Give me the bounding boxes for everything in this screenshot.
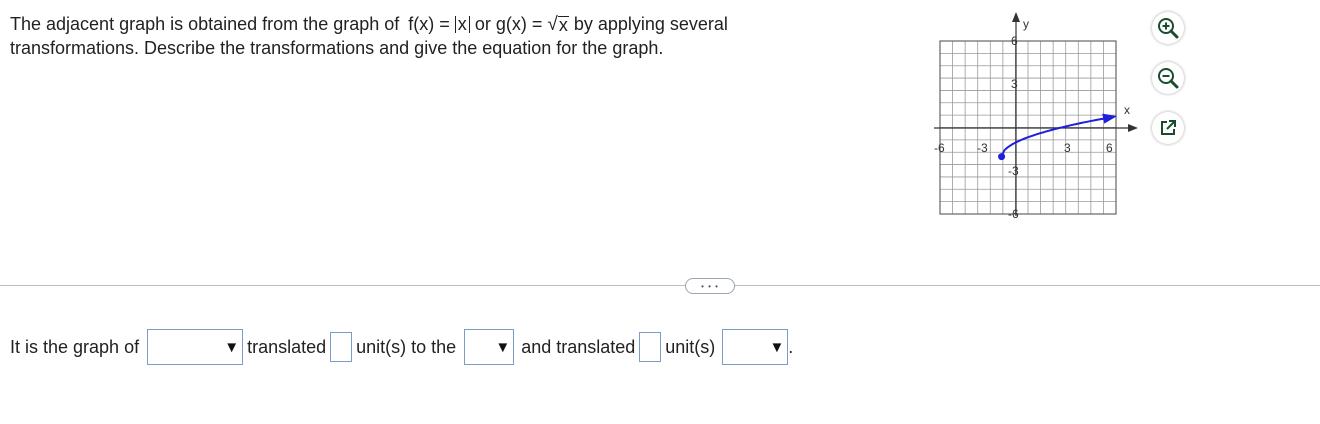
g-equation-sqrt: √ x [547, 14, 569, 35]
section-divider [0, 285, 1320, 286]
units-label: unit(s) [665, 336, 716, 357]
answer-row: It is the graph of ▼ translated unit(s) … [10, 328, 793, 366]
dropdown-arrow-icon: ▼ [769, 338, 785, 356]
x-tick-label: 6 [1106, 141, 1113, 155]
coordinate-graph: x y -6 -3 3 6 6 3 -3 -6 [934, 12, 1138, 221]
question-line-2: transformations. Describe the transforma… [10, 38, 664, 58]
zoom-in-icon [1158, 18, 1179, 39]
zoom-out-button[interactable] [1152, 62, 1184, 94]
y-axis-arrow-icon [1012, 12, 1020, 22]
question-text: The adjacent graph is obtained from the … [10, 12, 870, 60]
zoom-in-button[interactable] [1152, 12, 1184, 44]
translated-label: translated [247, 336, 327, 357]
y-tick-label: -3 [1008, 164, 1019, 178]
units-to-the-label: unit(s) to the [356, 336, 457, 357]
radicand: x [557, 15, 569, 35]
y-tick-label: -6 [1008, 207, 1019, 221]
popout-button[interactable] [1152, 112, 1184, 144]
sentence-period: . [788, 336, 794, 357]
and-translated-label: and translated [521, 336, 636, 357]
y-tick-label: 6 [1011, 34, 1018, 48]
base-function-dropdown[interactable]: ▼ [147, 329, 244, 365]
dropdown-arrow-icon: ▼ [495, 338, 511, 356]
question-intro: The adjacent graph is obtained from the … [10, 14, 400, 34]
y-tick-label: 3 [1011, 77, 1018, 91]
more-options-dots: • • • [701, 281, 719, 291]
g-equation-lhs: g(x) = [495, 14, 543, 34]
x-tick-label: -3 [977, 141, 988, 155]
radical-sign: √ [547, 14, 558, 35]
f-equation-abs-x: x [454, 15, 470, 33]
x-tick-label: 3 [1064, 141, 1071, 155]
question-line-1-suffix: by applying several [573, 14, 728, 34]
dropdown-arrow-icon: ▼ [224, 338, 240, 356]
popout-icon [1161, 120, 1176, 135]
vertical-units-input[interactable] [639, 332, 662, 362]
question-line-1: The adjacent graph is obtained from the … [10, 12, 870, 36]
horizontal-units-input[interactable] [330, 332, 353, 362]
more-options-button[interactable]: • • • [685, 278, 735, 294]
vertical-direction-dropdown[interactable]: ▼ [722, 329, 789, 365]
x-axis-label: x [1124, 103, 1130, 117]
or-text: or [474, 14, 491, 34]
curve-start-point [998, 153, 1006, 161]
y-axis-label: y [1023, 17, 1029, 31]
answer-prefix: It is the graph of [10, 336, 140, 357]
curve [1000, 116, 1113, 157]
horizontal-direction-dropdown[interactable]: ▼ [464, 329, 515, 365]
x-tick-label: -6 [934, 141, 945, 155]
x-axis-arrow-icon [1128, 124, 1138, 132]
zoom-out-icon [1158, 68, 1179, 89]
f-equation-lhs: f(x) = [408, 14, 450, 34]
